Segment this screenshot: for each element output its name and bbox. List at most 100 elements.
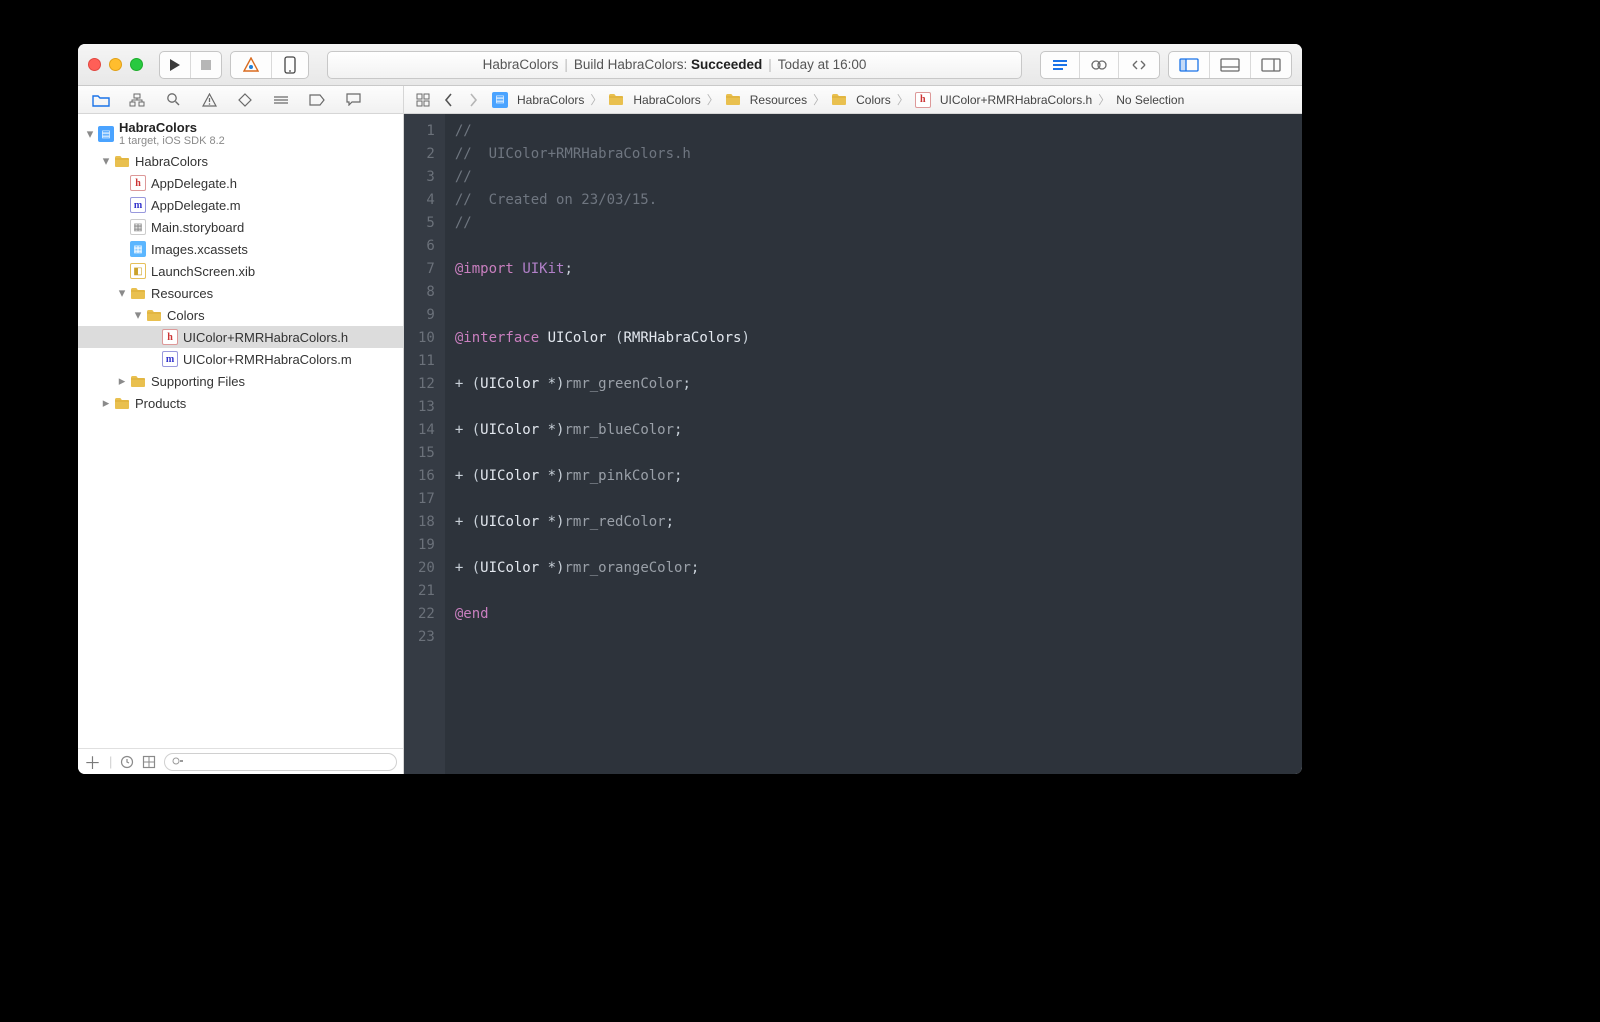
filter-field[interactable] xyxy=(164,753,397,771)
disclosure-triangle[interactable]: ▾ xyxy=(100,155,112,167)
scm-filter-button[interactable] xyxy=(142,755,156,769)
line-gutter: 1234567891011121314151617181920212223 xyxy=(404,114,445,774)
forward-button[interactable] xyxy=(463,91,484,109)
code-line[interactable]: @end xyxy=(455,603,750,626)
back-button[interactable] xyxy=(438,91,459,109)
disclosure-triangle[interactable]: ▾ xyxy=(84,128,96,140)
scheme-destination[interactable] xyxy=(271,52,308,78)
issue-navigator-tab[interactable] xyxy=(192,86,226,113)
navigator-selector xyxy=(78,86,404,113)
minimize-button[interactable] xyxy=(109,58,122,71)
code-line[interactable] xyxy=(455,488,750,511)
code-line[interactable]: + (UIColor *)rmr_pinkColor; xyxy=(455,465,750,488)
code-line[interactable] xyxy=(455,534,750,557)
status-result: Succeeded xyxy=(691,57,762,72)
code-line[interactable] xyxy=(455,350,750,373)
code-line[interactable] xyxy=(455,626,750,649)
tree-row[interactable]: ▸mUIColor+RMRHabraColors.m xyxy=(78,348,403,370)
run-button[interactable] xyxy=(160,52,190,78)
code-line[interactable]: + (UIColor *)rmr_redColor; xyxy=(455,511,750,534)
breadcrumb-label: No Selection xyxy=(1116,93,1184,107)
add-button[interactable]: ＋ xyxy=(84,749,101,774)
code-line[interactable]: // xyxy=(455,166,750,189)
tree-row[interactable]: ▾Colors xyxy=(78,304,403,326)
scheme-app[interactable] xyxy=(231,52,271,78)
stop-button[interactable] xyxy=(190,52,221,78)
tree-row[interactable]: ▾ HabraColors xyxy=(78,150,403,172)
code-line[interactable]: + (UIColor *)rmr_blueColor; xyxy=(455,419,750,442)
play-icon xyxy=(170,59,180,71)
breadcrumb-item[interactable]: HabraColors xyxy=(604,92,704,108)
breadcrumb-item[interactable]: Colors xyxy=(827,92,895,108)
code-line[interactable]: @import UIKit; xyxy=(455,258,750,281)
breadcrumb-item[interactable]: ▤HabraColors xyxy=(488,92,588,108)
code-line[interactable]: + (UIColor *)rmr_greenColor; xyxy=(455,373,750,396)
code-area[interactable]: //// UIColor+RMRHabraColors.h//// Create… xyxy=(445,114,750,774)
tree-label: UIColor+RMRHabraColors.h xyxy=(183,330,348,345)
line-number: 16 xyxy=(418,465,435,488)
tree-row[interactable]: ▸Products xyxy=(78,392,403,414)
code-line[interactable]: + (UIColor *)rmr_orangeColor; xyxy=(455,557,750,580)
stop-icon xyxy=(201,60,211,70)
tree-row[interactable]: ▾▤HabraColors1 target, iOS SDK 8.2 xyxy=(78,118,403,150)
breakpoint-navigator-tab[interactable] xyxy=(300,86,334,113)
scheme-selector[interactable] xyxy=(230,51,309,79)
breadcrumb-item[interactable]: hUIColor+RMRHabraColors.h xyxy=(911,92,1096,108)
disclosure-triangle[interactable]: ▸ xyxy=(100,397,112,409)
navigator-footer: ＋ | xyxy=(78,748,403,774)
tree-row[interactable]: ▾Resources xyxy=(78,282,403,304)
disclosure-triangle[interactable]: ▾ xyxy=(132,309,144,321)
diamond-icon xyxy=(238,93,252,107)
code-line[interactable]: @interface UIColor (RMRHabraColors) xyxy=(455,327,750,350)
code-line[interactable] xyxy=(455,580,750,603)
find-navigator-tab[interactable] xyxy=(156,86,190,113)
line-number: 12 xyxy=(418,373,435,396)
breadcrumb-label: HabraColors xyxy=(633,93,700,107)
close-button[interactable] xyxy=(88,58,101,71)
code-line[interactable]: // Created on 23/03/15. xyxy=(455,189,750,212)
code-line[interactable] xyxy=(455,442,750,465)
zoom-button[interactable] xyxy=(130,58,143,71)
left-panel-toggle[interactable] xyxy=(1169,52,1209,78)
line-number: 4 xyxy=(418,189,435,212)
project-navigator-tab[interactable] xyxy=(84,86,118,113)
tree-row[interactable]: ▸▦Images.xcassets xyxy=(78,238,403,260)
file-tree[interactable]: ▾▤HabraColors1 target, iOS SDK 8.2▾Habra… xyxy=(78,114,403,748)
breadcrumb-label: HabraColors xyxy=(517,93,584,107)
activity-viewer[interactable]: HabraColors | Build HabraColors: Succeed… xyxy=(327,51,1022,79)
disclosure-triangle[interactable]: ▾ xyxy=(116,287,128,299)
tree-row[interactable]: ▸▦Main.storyboard xyxy=(78,216,403,238)
code-line[interactable]: // xyxy=(455,120,750,143)
tree-row[interactable]: ▸◧LaunchScreen.xib xyxy=(78,260,403,282)
tree-row[interactable]: ▸hAppDelegate.h xyxy=(78,172,403,194)
tree-label: Images.xcassets xyxy=(151,242,248,257)
tree-row[interactable]: ▸mAppDelegate.m xyxy=(78,194,403,216)
scm-icon xyxy=(142,755,156,769)
code-line[interactable]: // xyxy=(455,212,750,235)
code-line[interactable] xyxy=(455,396,750,419)
breadcrumb-item[interactable]: No Selection xyxy=(1112,93,1188,107)
version-editor-button[interactable] xyxy=(1118,52,1159,78)
code-line[interactable] xyxy=(455,235,750,258)
symbol-navigator-tab[interactable] xyxy=(120,86,154,113)
tree-row[interactable]: ▸Supporting Files xyxy=(78,370,403,392)
debug-navigator-tab[interactable] xyxy=(264,86,298,113)
code-line[interactable]: // UIColor+RMRHabraColors.h xyxy=(455,143,750,166)
code-editor[interactable]: 1234567891011121314151617181920212223 //… xyxy=(404,114,1302,774)
bottom-panel-toggle[interactable] xyxy=(1209,52,1250,78)
code-line[interactable] xyxy=(455,304,750,327)
breadcrumb-item[interactable]: Resources xyxy=(721,92,811,108)
disclosure-triangle[interactable]: ▸ xyxy=(116,375,128,387)
tree-label: HabraColors xyxy=(135,154,208,169)
related-items-button[interactable] xyxy=(412,91,434,109)
bottom-panel-icon xyxy=(1220,58,1240,72)
standard-editor-button[interactable] xyxy=(1041,52,1079,78)
report-navigator-tab[interactable] xyxy=(336,86,370,113)
code-line[interactable] xyxy=(455,281,750,304)
assistant-editor-button[interactable] xyxy=(1079,52,1118,78)
tree-row[interactable]: ▸hUIColor+RMRHabraColors.h xyxy=(78,326,403,348)
test-navigator-tab[interactable] xyxy=(228,86,262,113)
recent-filter-button[interactable] xyxy=(120,755,134,769)
right-panel-toggle[interactable] xyxy=(1250,52,1291,78)
line-number: 15 xyxy=(418,442,435,465)
